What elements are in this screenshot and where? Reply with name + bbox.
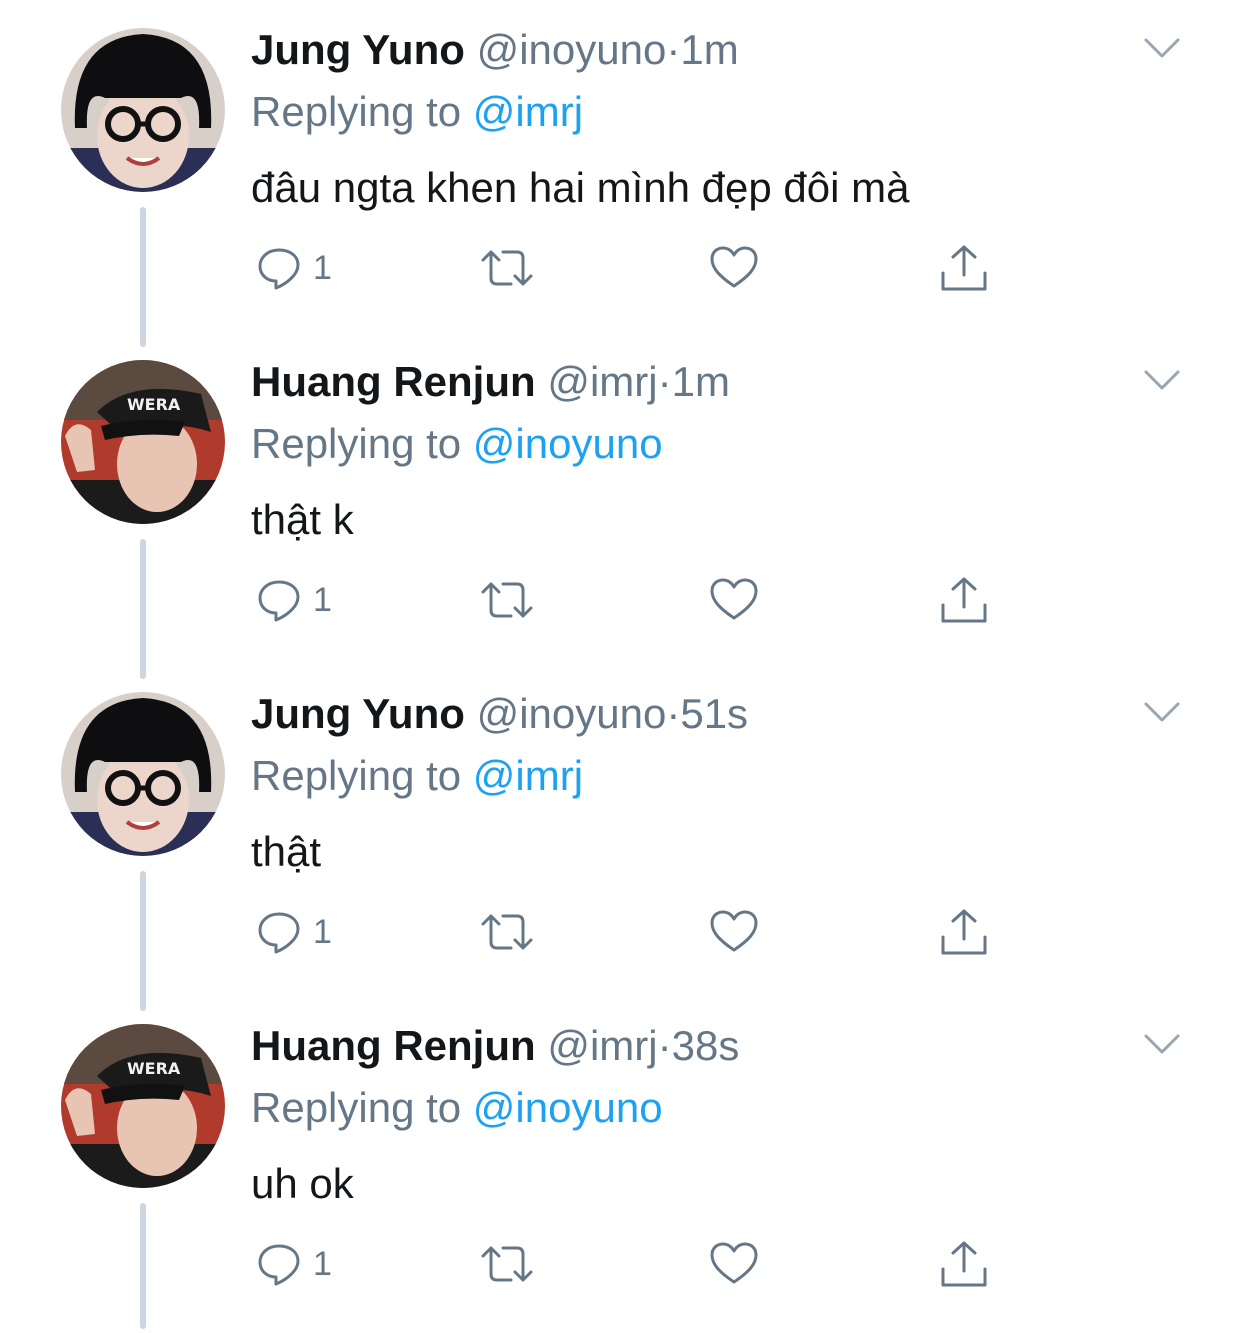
jung-yuno-avatar-image	[61, 28, 225, 192]
reply-button[interactable]: 1	[255, 902, 332, 962]
avatar[interactable]: WERA	[61, 360, 225, 524]
display-name[interactable]: Jung Yuno	[251, 26, 465, 73]
chevron-down-icon[interactable]	[1142, 366, 1182, 394]
heart-icon	[710, 246, 758, 288]
reply-icon	[258, 248, 300, 290]
retweet-icon	[481, 582, 533, 618]
share-button[interactable]	[939, 1234, 989, 1294]
tweet-actions: 1	[251, 238, 1011, 298]
reply-button[interactable]: 1	[255, 570, 332, 630]
tweet[interactable]: Jung Yuno @inoyuno·1m Replying to @imrj …	[0, 0, 1242, 347]
display-name[interactable]: Huang Renjun	[251, 358, 536, 405]
avatar[interactable]	[61, 692, 225, 856]
thread-line	[140, 207, 146, 347]
retweet-button[interactable]	[479, 238, 535, 298]
timestamp[interactable]: 1m	[672, 358, 730, 405]
tweet[interactable]: WERA Huang Renjun @imrj·1m Replying to @…	[0, 332, 1242, 679]
username[interactable]: @inoyuno	[477, 26, 667, 73]
avatar[interactable]	[61, 28, 225, 192]
jung-yuno-avatar-image	[61, 692, 225, 856]
timestamp[interactable]: 38s	[672, 1022, 740, 1069]
share-button[interactable]	[939, 238, 989, 298]
username[interactable]: @imrj	[547, 1022, 657, 1069]
reply-icon	[258, 580, 300, 622]
replying-to-handle[interactable]: @inoyuno	[473, 420, 663, 467]
separator-dot: ·	[666, 690, 681, 737]
replying-to-handle[interactable]: @imrj	[473, 752, 583, 799]
reply-count: 1	[313, 248, 332, 287]
chevron-down-icon[interactable]	[1142, 1030, 1182, 1058]
separator-dot: ·	[657, 1022, 672, 1069]
separator-dot: ·	[657, 358, 672, 405]
avatar[interactable]: WERA	[61, 1024, 225, 1188]
username[interactable]: @imrj	[547, 358, 657, 405]
reply-count: 1	[313, 912, 332, 951]
tweet-header: Huang Renjun @imrj·1m	[251, 356, 730, 408]
share-icon	[941, 909, 987, 955]
reply-icon	[258, 1244, 300, 1286]
display-name[interactable]: Huang Renjun	[251, 1022, 536, 1069]
huang-renjun-avatar-image: WERA	[61, 1024, 225, 1188]
like-button[interactable]	[709, 570, 759, 630]
heart-icon	[710, 910, 758, 952]
chevron-down-icon[interactable]	[1142, 698, 1182, 726]
tweet[interactable]: Jung Yuno @inoyuno·51s Replying to @imrj…	[0, 664, 1242, 1011]
replying-to: Replying to @imrj	[251, 86, 583, 138]
retweet-button[interactable]	[479, 1234, 535, 1294]
share-icon	[941, 577, 987, 623]
replying-to-handle[interactable]: @inoyuno	[473, 1084, 663, 1131]
share-button[interactable]	[939, 902, 989, 962]
svg-text:WERA: WERA	[127, 395, 181, 414]
tweet-header: Jung Yuno @inoyuno·51s	[251, 688, 748, 740]
reply-count: 1	[313, 580, 332, 619]
tweet-text: uh ok	[251, 1160, 354, 1207]
display-name[interactable]: Jung Yuno	[251, 690, 465, 737]
svg-text:WERA: WERA	[127, 1059, 181, 1078]
share-button[interactable]	[939, 570, 989, 630]
tweet-thread: Jung Yuno @inoyuno·1m Replying to @imrj …	[0, 0, 1242, 1333]
chevron-down-icon[interactable]	[1142, 34, 1182, 62]
tweet-text: thật	[251, 828, 322, 875]
tweet-text: thật k	[251, 496, 354, 543]
retweet-icon	[481, 914, 533, 950]
thread-line	[140, 1203, 146, 1329]
username[interactable]: @inoyuno	[477, 690, 667, 737]
tweet-header: Jung Yuno @inoyuno·1m	[251, 24, 739, 76]
tweet-header: Huang Renjun @imrj·38s	[251, 1020, 739, 1072]
replying-to-handle[interactable]: @imrj	[473, 88, 583, 135]
replying-to-label: Replying to	[251, 88, 462, 135]
heart-icon	[710, 578, 758, 620]
reply-button[interactable]: 1	[255, 1234, 332, 1294]
like-button[interactable]	[709, 902, 759, 962]
retweet-button[interactable]	[479, 902, 535, 962]
thread-line	[140, 871, 146, 1011]
retweet-button[interactable]	[479, 570, 535, 630]
replying-to-label: Replying to	[251, 752, 462, 799]
separator-dot: ·	[666, 26, 681, 73]
share-icon	[941, 245, 987, 291]
retweet-icon	[481, 1246, 533, 1282]
replying-to: Replying to @inoyuno	[251, 1082, 663, 1134]
tweet[interactable]: WERA Huang Renjun @imrj·38s Replying to …	[0, 996, 1242, 1329]
timestamp[interactable]: 51s	[680, 690, 748, 737]
retweet-icon	[481, 250, 533, 286]
replying-to: Replying to @inoyuno	[251, 418, 663, 470]
replying-to: Replying to @imrj	[251, 750, 583, 802]
huang-renjun-avatar-image: WERA	[61, 360, 225, 524]
like-button[interactable]	[709, 238, 759, 298]
like-button[interactable]	[709, 1234, 759, 1294]
reply-button[interactable]: 1	[255, 238, 332, 298]
timestamp[interactable]: 1m	[680, 26, 738, 73]
tweet-actions: 1	[251, 1234, 1011, 1294]
thread-line	[140, 539, 146, 679]
share-icon	[941, 1241, 987, 1287]
replying-to-label: Replying to	[251, 1084, 462, 1131]
replying-to-label: Replying to	[251, 420, 462, 467]
tweet-actions: 1	[251, 570, 1011, 630]
heart-icon	[710, 1242, 758, 1284]
reply-icon	[258, 912, 300, 954]
reply-count: 1	[313, 1244, 332, 1283]
tweet-actions: 1	[251, 902, 1011, 962]
tweet-text: đâu ngta khen hai mình đẹp đôi mà	[251, 164, 910, 211]
